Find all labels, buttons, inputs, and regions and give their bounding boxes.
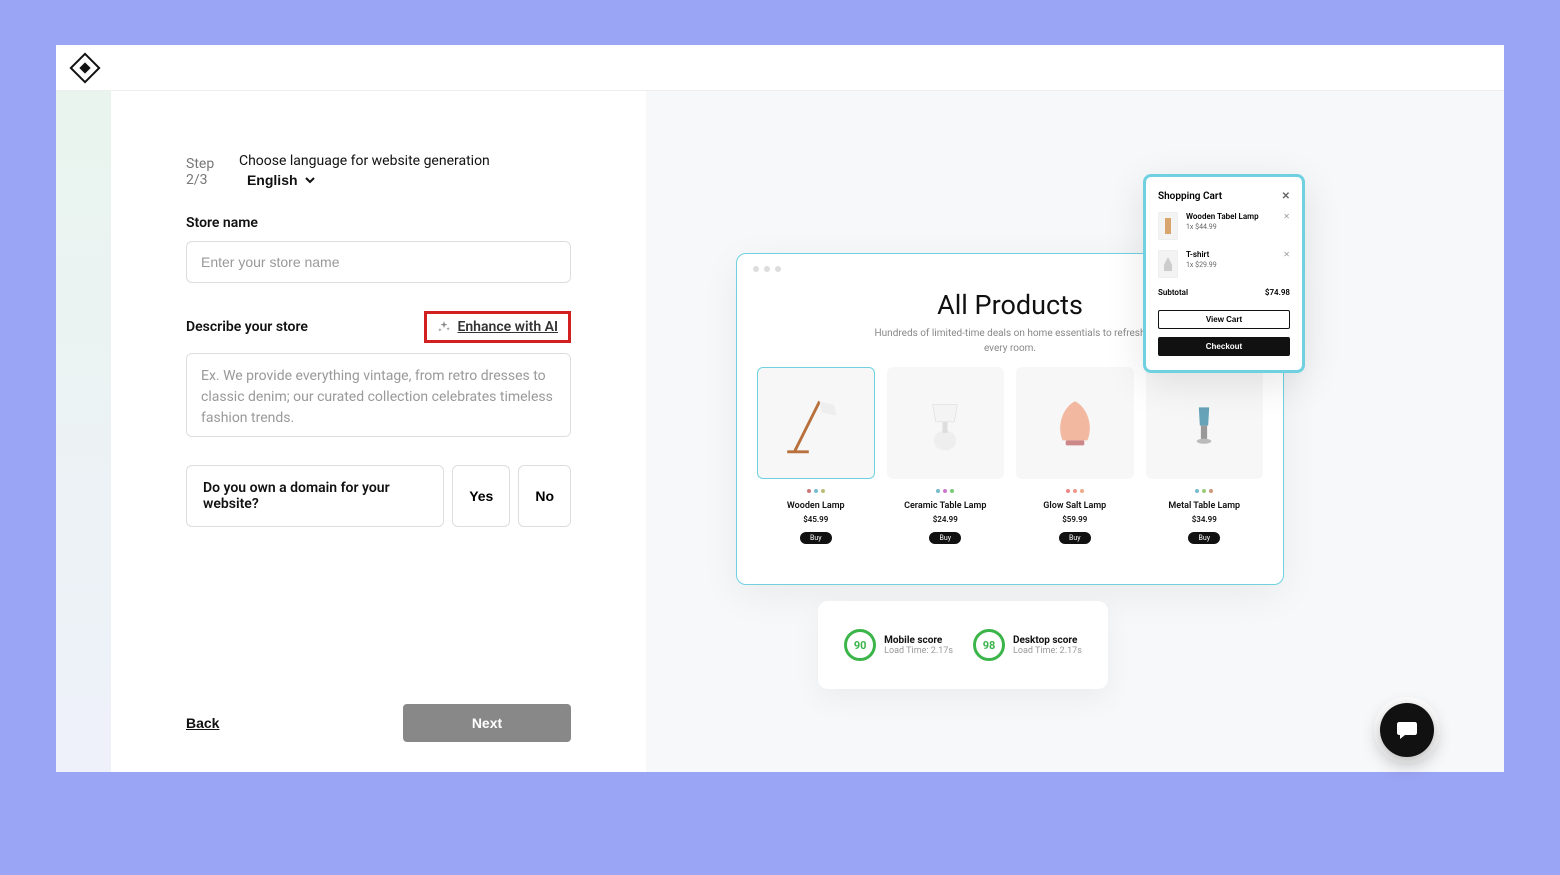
describe-store-textarea[interactable]	[186, 353, 571, 437]
cart-title: Shopping Cart	[1158, 191, 1222, 202]
product-image	[887, 367, 1005, 479]
product-card: Glow Salt Lamp $59.99 Buy	[1016, 367, 1134, 544]
main: Step 2/3 Choose language for website gen…	[56, 91, 1504, 772]
mobile-score-sub: Load Time: 2.17s	[884, 646, 953, 656]
product-price: $59.99	[1062, 515, 1087, 524]
desktop-score-ring-icon: 98	[973, 629, 1005, 661]
sparkle-icon	[437, 320, 451, 334]
cart-item: T-shirt 1x $29.99 ✕	[1158, 250, 1290, 278]
product-name: Ceramic Table Lamp	[904, 501, 986, 511]
cart-item-thumb	[1158, 212, 1178, 240]
enhance-with-ai-button[interactable]: Enhance with AI	[457, 319, 558, 335]
next-button[interactable]: Next	[403, 704, 571, 742]
cart-item-price: 1x $29.99	[1186, 261, 1275, 269]
product-price: $45.99	[803, 515, 828, 524]
product-image	[1146, 367, 1264, 479]
language-label: Choose language for website generation	[239, 153, 490, 169]
preview-panel: All Products Hundreds of limited-time de…	[646, 91, 1504, 772]
product-name: Metal Table Lamp	[1168, 501, 1240, 511]
mobile-score-title: Mobile score	[884, 635, 953, 646]
product-image	[757, 367, 875, 479]
form-panel: Step 2/3 Choose language for website gen…	[111, 91, 646, 772]
product-name: Glow Salt Lamp	[1043, 501, 1106, 511]
remove-item-icon: ✕	[1283, 212, 1290, 221]
back-button[interactable]: Back	[186, 715, 219, 731]
cart-item-thumb	[1158, 250, 1178, 278]
view-cart-button: View Cart	[1158, 310, 1290, 329]
product-card: Wooden Lamp $45.99 Buy	[757, 367, 875, 544]
shopping-cart-popup: Shopping Cart ✕ Wooden Tabel Lamp 1x $44…	[1143, 174, 1305, 373]
buy-button: Buy	[1059, 532, 1091, 544]
chat-icon	[1395, 718, 1419, 742]
desktop-score-title: Desktop score	[1013, 635, 1082, 646]
product-price: $24.99	[933, 515, 958, 524]
window-dots-icon	[753, 266, 781, 272]
topbar	[56, 45, 1504, 91]
subtotal-value: $74.98	[1265, 288, 1290, 297]
remove-item-icon: ✕	[1283, 250, 1290, 259]
step-row: Step 2/3 Choose language for website gen…	[186, 153, 571, 191]
desktop-score-sub: Load Time: 2.17s	[1013, 646, 1082, 656]
domain-question: Do you own a domain for your website?	[186, 465, 444, 527]
products-row: Wooden Lamp $45.99 Buy Ceramic Table Lam…	[757, 367, 1263, 544]
mobile-score-ring-icon: 90	[844, 629, 876, 661]
brand-logo-icon	[69, 52, 100, 83]
product-name: Wooden Lamp	[787, 501, 845, 511]
domain-yes-button[interactable]: Yes	[452, 465, 510, 527]
chat-bubble-button[interactable]	[1380, 703, 1434, 757]
describe-store-label: Describe your store	[186, 319, 308, 335]
store-name-input[interactable]	[186, 241, 571, 283]
store-name-label: Store name	[186, 215, 571, 231]
enhance-with-ai-highlight: Enhance with AI	[424, 311, 571, 343]
product-card: Ceramic Table Lamp $24.99 Buy	[887, 367, 1005, 544]
product-card: Metal Table Lamp $34.99 Buy	[1146, 367, 1264, 544]
performance-scores-card: 90 Mobile score Load Time: 2.17s 98 Desk…	[818, 601, 1108, 689]
cart-item: Wooden Tabel Lamp 1x $44.99 ✕	[1158, 212, 1290, 240]
buy-button: Buy	[800, 532, 832, 544]
describe-header: Describe your store Enhance with AI	[186, 311, 571, 343]
buy-button: Buy	[1188, 532, 1220, 544]
footer-row: Back Next	[186, 704, 571, 772]
domain-no-button[interactable]: No	[518, 465, 571, 527]
language-select[interactable]: English	[239, 169, 318, 191]
left-rail	[56, 91, 111, 772]
product-image	[1016, 367, 1134, 479]
buy-button: Buy	[929, 532, 961, 544]
cart-item-name: T-shirt	[1186, 250, 1275, 259]
app-frame: Step 2/3 Choose language for website gen…	[56, 45, 1504, 772]
step-indicator: Step 2/3	[186, 156, 239, 188]
cart-item-name: Wooden Tabel Lamp	[1186, 212, 1275, 221]
product-price: $34.99	[1192, 515, 1217, 524]
checkout-button: Checkout	[1158, 337, 1290, 356]
domain-row: Do you own a domain for your website? Ye…	[186, 465, 571, 527]
cart-item-price: 1x $44.99	[1186, 223, 1275, 231]
subtotal-label: Subtotal	[1158, 288, 1188, 297]
close-icon: ✕	[1282, 191, 1290, 202]
